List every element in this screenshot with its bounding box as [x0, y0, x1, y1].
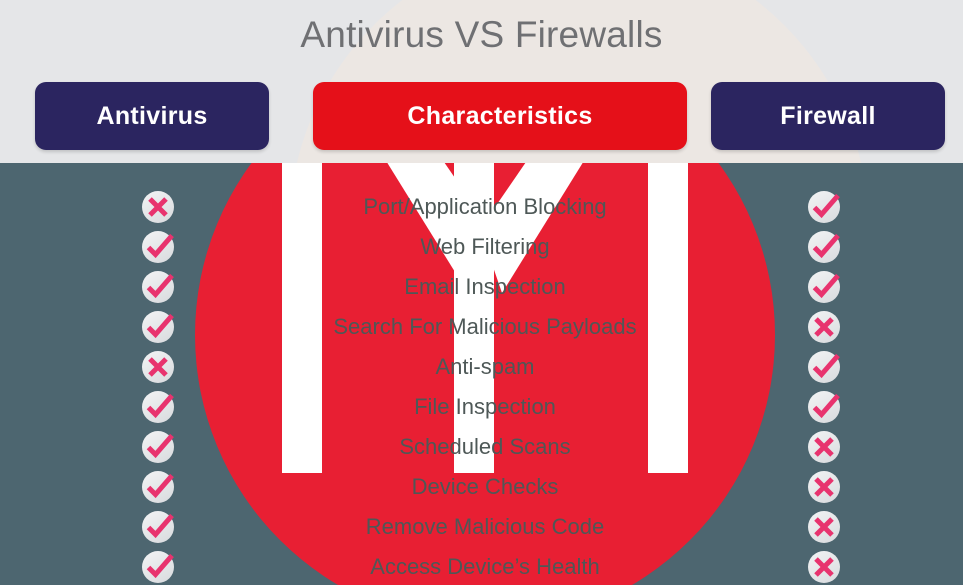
check-icon [141, 310, 175, 344]
check-icon [807, 230, 841, 264]
check-icon [141, 470, 175, 504]
row-characteristic-label: Device Checks [411, 474, 559, 499]
comparison-row: File Inspection [0, 390, 963, 432]
cross-icon [807, 430, 841, 464]
column-header-firewall[interactable]: Firewall [711, 82, 945, 150]
comparison-infographic: Port/Application Blocking Web Filtering Em… [0, 0, 963, 585]
check-icon [807, 390, 841, 424]
cross-icon [807, 310, 841, 344]
comparison-row: Search For Malicious Payloads [0, 310, 963, 352]
cross-icon [807, 550, 841, 584]
row-characteristic-label: Anti-spam [435, 354, 535, 379]
comparison-row: Port/Application Blocking [0, 190, 963, 232]
row-characteristic-label: Access Device’s Health [370, 554, 600, 579]
comparison-row: Remove Malicious Code [0, 510, 963, 552]
column-header-antivirus-label: Antivirus [96, 101, 208, 130]
row-characteristic-label: Search For Malicious Payloads [333, 314, 637, 339]
comparison-row: Access Device’s Health [0, 550, 963, 585]
check-icon [141, 430, 175, 464]
comparison-row: Device Checks [0, 470, 963, 512]
row-characteristic-label: Email Inspection [404, 274, 566, 299]
comparison-row: Email Inspection [0, 270, 963, 312]
row-characteristic-label: Web Filtering [420, 234, 550, 259]
check-icon [141, 510, 175, 544]
comparison-row: Scheduled Scans [0, 430, 963, 472]
cross-icon [141, 190, 175, 224]
check-icon [807, 350, 841, 384]
column-header-antivirus[interactable]: Antivirus [35, 82, 269, 150]
cross-icon [807, 510, 841, 544]
comparison-row: Web Filtering [0, 230, 963, 272]
check-icon [141, 390, 175, 424]
check-icon [141, 550, 175, 584]
comparison-body: Port/Application Blocking Web Filtering Em… [0, 163, 963, 585]
cross-icon [807, 470, 841, 504]
column-header-characteristics-label: Characteristics [407, 101, 593, 130]
row-characteristic-label: Port/Application Blocking [363, 194, 607, 219]
column-header-firewall-label: Firewall [780, 101, 876, 130]
comparison-rows: Port/Application Blocking Web Filtering Em… [0, 163, 963, 585]
row-characteristic-label: Scheduled Scans [399, 434, 571, 459]
check-icon [807, 270, 841, 304]
column-header-characteristics[interactable]: Characteristics [313, 82, 687, 150]
row-characteristic-label: File Inspection [414, 394, 556, 419]
page-title: Antivirus VS Firewalls [300, 14, 663, 55]
check-icon [141, 270, 175, 304]
check-icon [141, 230, 175, 264]
comparison-row: Anti-spam [0, 350, 963, 392]
header-band: Antivirus VS Firewalls Antivirus Charact… [0, 0, 963, 163]
check-icon [807, 190, 841, 224]
cross-icon [141, 350, 175, 384]
row-characteristic-label: Remove Malicious Code [365, 514, 605, 539]
